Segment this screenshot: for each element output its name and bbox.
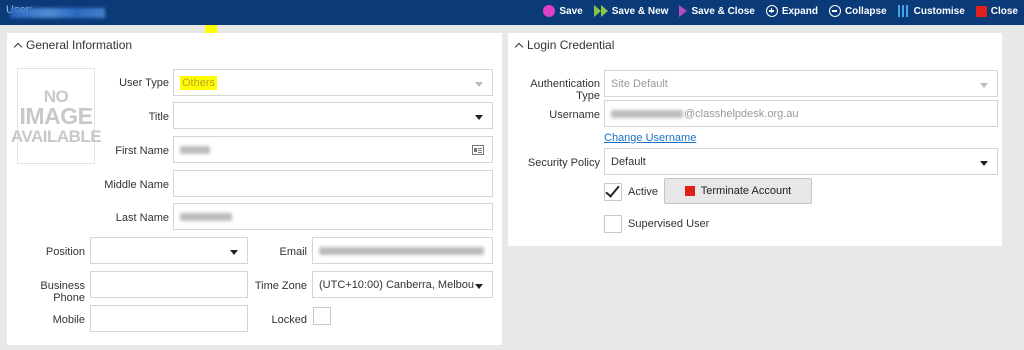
security-policy-select[interactable]: Default bbox=[604, 148, 998, 175]
save-close-button[interactable]: Save & Close bbox=[679, 5, 755, 17]
redacted-first-name bbox=[180, 145, 210, 154]
contact-card-icon[interactable] bbox=[472, 145, 484, 155]
business-phone-input[interactable] bbox=[90, 271, 248, 298]
change-username-link[interactable]: Change Username bbox=[604, 132, 696, 144]
username-input[interactable]: @classhelpdesk.org.au bbox=[604, 100, 998, 127]
collapse-label: Collapse bbox=[844, 5, 887, 17]
time-zone-value: (UTC+10:00) Canberra, Melbou bbox=[319, 278, 474, 291]
login-credential-panel: Login Credential Authentication Type Sit… bbox=[508, 33, 1002, 246]
collapse-button[interactable]: Collapse bbox=[828, 5, 887, 17]
supervised-user-label: Supervised User bbox=[628, 218, 710, 230]
stop-icon bbox=[684, 186, 695, 196]
redacted-email bbox=[319, 246, 484, 255]
expand-icon bbox=[765, 5, 778, 17]
general-information-panel: General Information NO IMAGE AVAILABLE U… bbox=[7, 33, 502, 345]
terminate-account-label: Terminate Account bbox=[700, 185, 792, 197]
expand-label: Expand bbox=[781, 5, 818, 17]
user-type-value: Others bbox=[180, 75, 218, 90]
security-policy-label: Security Policy bbox=[527, 157, 600, 169]
security-policy-value: Default bbox=[611, 155, 646, 168]
middle-name-input[interactable] bbox=[173, 170, 493, 197]
username-label: Username bbox=[549, 109, 600, 121]
customise-icon bbox=[897, 5, 910, 17]
mobile-label: Mobile bbox=[52, 314, 85, 326]
last-name-label: Last Name bbox=[115, 212, 169, 224]
user-type-select[interactable]: Others bbox=[173, 69, 493, 96]
close-icon bbox=[975, 5, 987, 17]
supervised-user-checkbox[interactable] bbox=[604, 215, 622, 233]
chevron-up-icon bbox=[514, 42, 524, 51]
authentication-type-value: Site Default bbox=[611, 77, 668, 90]
login-credential-header[interactable]: Login Credential bbox=[514, 38, 615, 52]
authentication-type-select[interactable]: Site Default bbox=[604, 70, 998, 97]
redacted-username bbox=[611, 109, 683, 118]
no-image-text-line2: IMAGE bbox=[19, 102, 93, 129]
last-name-input[interactable] bbox=[173, 203, 493, 230]
save-close-label: Save & Close bbox=[691, 5, 755, 17]
close-label: Close bbox=[990, 5, 1018, 17]
no-image-placeholder: NO IMAGE AVAILABLE bbox=[11, 68, 102, 164]
active-checkbox[interactable] bbox=[604, 182, 622, 201]
business-phone-label: Business Phone bbox=[40, 280, 85, 304]
login-credential-title: Login Credential bbox=[527, 38, 615, 52]
action-toolbar: Save Save & New Save & Close Expand Coll… bbox=[543, 5, 1018, 17]
middle-name-label: Middle Name bbox=[104, 179, 169, 191]
expand-button[interactable]: Expand bbox=[765, 5, 818, 17]
user-type-label: User Type bbox=[119, 77, 169, 89]
save-label: Save bbox=[559, 5, 583, 17]
time-zone-select[interactable]: (UTC+10:00) Canberra, Melbou bbox=[312, 271, 493, 298]
title-label: Title bbox=[148, 111, 169, 123]
mobile-input[interactable] bbox=[90, 305, 248, 332]
save-new-icon bbox=[593, 5, 608, 17]
no-image-text-line1: NO bbox=[43, 86, 69, 106]
save-new-label: Save & New bbox=[611, 5, 669, 17]
email-label: Email bbox=[279, 246, 307, 258]
redacted-last-name bbox=[180, 212, 232, 221]
customise-label: Customise bbox=[913, 5, 965, 17]
collapse-icon bbox=[828, 5, 841, 17]
top-toolbar: User: Save Save & New Save & Close Expan… bbox=[0, 0, 1024, 25]
save-icon bbox=[543, 5, 556, 17]
redacted-user-name bbox=[10, 7, 105, 18]
active-label: Active bbox=[628, 186, 658, 198]
authentication-type-label: Authentication Type bbox=[530, 78, 600, 102]
locked-label: Locked bbox=[271, 314, 307, 326]
save-close-icon bbox=[679, 5, 688, 17]
customise-button[interactable]: Customise bbox=[897, 5, 965, 17]
chevron-up-icon bbox=[13, 42, 23, 51]
username-domain: @classhelpdesk.org.au bbox=[684, 107, 799, 120]
no-image-text-line3: AVAILABLE bbox=[10, 126, 102, 146]
terminate-account-button[interactable]: Terminate Account bbox=[664, 178, 812, 204]
window-title: User: bbox=[6, 4, 105, 19]
general-information-header[interactable]: General Information bbox=[13, 38, 133, 52]
time-zone-label: Time Zone bbox=[254, 280, 307, 292]
first-name-label: First Name bbox=[115, 145, 169, 157]
position-select[interactable] bbox=[90, 237, 248, 264]
checkmark-icon bbox=[605, 182, 620, 198]
save-button[interactable]: Save bbox=[543, 5, 583, 17]
save-new-button[interactable]: Save & New bbox=[593, 5, 669, 17]
email-input[interactable] bbox=[312, 237, 493, 264]
first-name-input[interactable] bbox=[173, 136, 493, 163]
close-button[interactable]: Close bbox=[975, 5, 1018, 17]
locked-checkbox[interactable] bbox=[313, 307, 331, 325]
title-select[interactable] bbox=[173, 102, 493, 129]
general-information-title: General Information bbox=[26, 38, 133, 52]
position-label: Position bbox=[45, 246, 85, 258]
